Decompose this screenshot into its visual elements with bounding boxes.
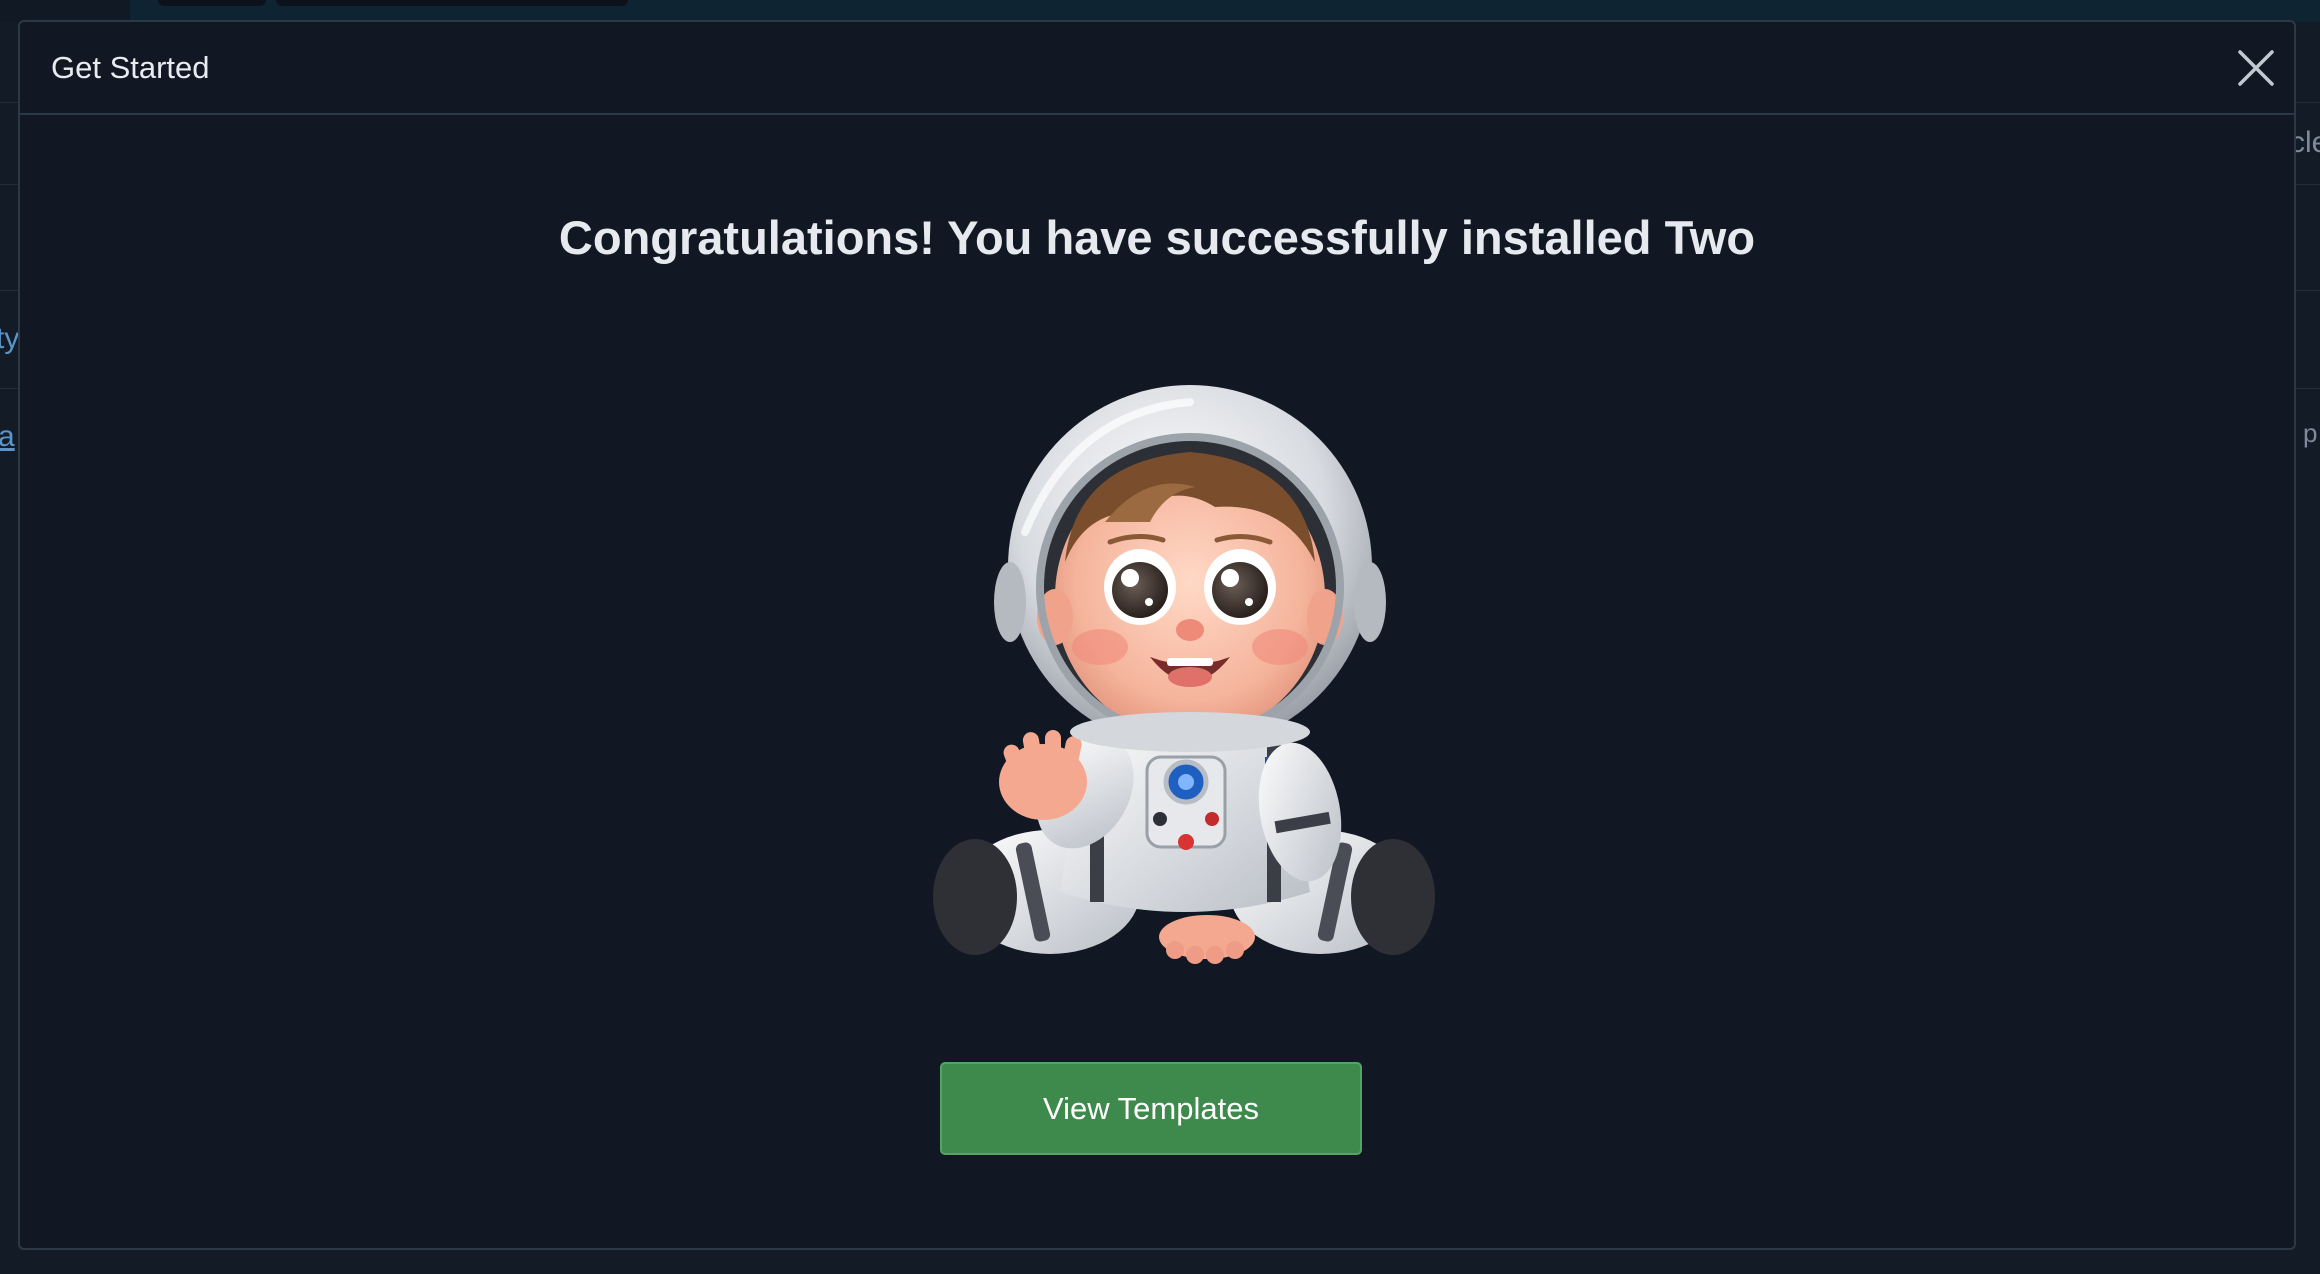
background-tab: [276, 0, 628, 6]
close-button[interactable]: [2232, 44, 2280, 92]
modal-header: Get Started: [20, 22, 2294, 115]
astronaut-illustration: [915, 372, 1455, 992]
view-templates-button[interactable]: View Templates: [940, 1062, 1362, 1155]
modal-title: Get Started: [51, 50, 210, 85]
background-topbar: [0, 0, 2320, 22]
background-text: ty: [0, 322, 20, 355]
background-tab: [158, 0, 266, 6]
background-link: a: [0, 420, 15, 453]
success-heading: Congratulations! You have successfully i…: [558, 211, 1756, 264]
get-started-modal: Get Started Congratulations! You have su…: [18, 20, 2296, 1250]
close-icon: [2238, 50, 2274, 86]
baby-astronaut-image: [933, 385, 1435, 964]
